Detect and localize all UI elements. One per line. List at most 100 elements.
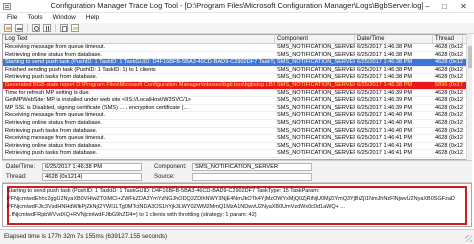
- toolbar-separator: [27, 24, 28, 32]
- grid-body: Receiving message from queue timeout. SMS…: [3, 44, 471, 158]
- table-row[interactable]: GetMPWebSite: MP is installed under web …: [3, 97, 471, 105]
- window-title: Configuration Manager Trace Log Tool - […: [50, 1, 424, 10]
- menu-window[interactable]: Window: [48, 13, 81, 23]
- thread-field: 4628 (0x1214): [42, 173, 142, 181]
- source-label: Source:: [154, 174, 175, 180]
- cell-thread: 4628 (0x1214): [435, 51, 463, 58]
- cell-log-text: Retrieving push tasks from database.: [5, 74, 98, 81]
- cell-datetime: 6/25/2017 1:46:38 PM: [357, 81, 413, 88]
- status-bar: Elapsed time is 177h 32m 7s 155ms (63912…: [0, 229, 474, 244]
- open-icon[interactable]: [4, 24, 12, 32]
- cell-thread: 4628 (0x1214): [435, 119, 463, 126]
- close-button[interactable]: ✕: [453, 0, 474, 13]
- table-row[interactable]: Generated BGB state report D:\Program Fi…: [3, 81, 471, 90]
- component-field: SMS_NOTIFICATION_SERVER: [192, 163, 312, 171]
- cell-log-text: Generated BGB state report D:\Program Fi…: [5, 81, 275, 88]
- cell-datetime: 6/25/2017 1:46:41 PM: [357, 142, 413, 149]
- title-bar: Configuration Manager Trace Log Tool - […: [0, 0, 474, 13]
- table-row[interactable]: Retrieving push tasks from database. SMS_…: [3, 74, 471, 82]
- table-row[interactable]: Retrieving push tasks from database. SMS_…: [3, 128, 471, 136]
- detail-line: PFNjcmlwdEhhc2ggU2NyaXB0VHlwZT0iMCI+ZWFk…: [7, 196, 455, 202]
- scrollbar-thumb[interactable]: [468, 46, 472, 68]
- table-row[interactable]: Finished sending push task (PushID: 1 Ta…: [3, 67, 471, 75]
- minimize-button[interactable]: –: [419, 0, 436, 13]
- cell-log-text: Finished sending push task (PushID: 1 Ta…: [5, 66, 156, 73]
- cell-component: SMS_NOTIFICATION_SERVER: [277, 135, 355, 142]
- table-row[interactable]: Receiving message from queue timeout. SMS…: [3, 112, 471, 120]
- column-header-datetime[interactable]: Date/Time: [355, 35, 433, 43]
- cell-component: SMS_NOTIFICATION_SERVER: [277, 119, 355, 126]
- cell-thread: 4628 (0x1214): [435, 59, 463, 66]
- component-label: Component:: [154, 164, 187, 170]
- table-row[interactable]: Starting to send push task (PushID: 1 Ta…: [3, 59, 471, 67]
- cell-log-text: Retrieving online status from database.: [5, 119, 103, 126]
- cell-log-text: Time for refresh MP setting is due.: [5, 89, 91, 96]
- grid-scrollbar[interactable]: [466, 34, 472, 160]
- cell-log-text: Retrieving push tasks from database.: [5, 150, 98, 157]
- table-row[interactable]: Retrieving online status from database. S…: [3, 143, 471, 151]
- print-icon[interactable]: [15, 24, 23, 32]
- cell-datetime: 6/25/2017 1:46:39 PM: [357, 89, 413, 96]
- cell-component: SMS_NOTIFICATION_SERVER: [277, 142, 355, 149]
- cell-log-text: Receiving message from queue timeout.: [5, 44, 106, 50]
- cell-component: SMS_NOTIFICATION_SERVER: [277, 112, 355, 119]
- cell-thread: 4628 (0x1214): [435, 112, 463, 119]
- column-header-component[interactable]: Component: [275, 35, 355, 43]
- detail-header: Date/Time: 6/25/2017 1:46:38 PM Componen…: [2, 160, 472, 183]
- detail-line: ...fNjcmlwdFRpbWVvdXQ+RVNjcmlwdFJlbG9hZD…: [7, 212, 257, 218]
- cell-datetime: 6/25/2017 1:46:39 PM: [357, 104, 413, 111]
- column-header-log-text[interactable]: Log Text: [3, 35, 275, 43]
- cell-datetime: 6/25/2017 1:46:38 PM: [357, 74, 413, 81]
- elapsed-time-text: Elapsed time is 177h 32m 7s 155ms (63912…: [4, 233, 168, 240]
- menu-file[interactable]: File: [2, 13, 22, 23]
- date-label: Date/Time:: [6, 164, 36, 170]
- cell-component: SMS_NOTIFICATION_SERVER: [277, 44, 355, 50]
- cell-thread: 4628 (0x1214): [435, 97, 463, 104]
- table-row[interactable]: Time for refresh MP setting is due. SMS_N…: [3, 90, 471, 98]
- cell-datetime: 6/25/2017 1:46:40 PM: [357, 112, 413, 119]
- cell-log-text: Retrieving push tasks from database.: [5, 127, 98, 134]
- column-header-thread[interactable]: Thread: [433, 35, 463, 43]
- cell-log-text: Starting to send push task (PushID: 1 Ta…: [5, 59, 275, 66]
- menu-tools[interactable]: Tools: [22, 13, 47, 23]
- cell-thread: 4628 (0x1214): [435, 142, 463, 149]
- cell-thread: 4628 (0x1214): [435, 135, 463, 142]
- cell-component: SMS_NOTIFICATION_SERVER: [277, 51, 355, 58]
- cell-log-text: Retrieving online status from database.: [5, 142, 103, 149]
- cell-datetime: 6/25/2017 1:46:38 PM: [357, 51, 413, 58]
- copy-icon[interactable]: [60, 24, 68, 32]
- table-row[interactable]: Receiving message from queue timeout. SMS…: [3, 44, 471, 52]
- toolbar-separator: [55, 24, 56, 32]
- detail-text-pane[interactable]: Starting to send push task (PushID: 1 Ta…: [2, 183, 472, 227]
- log-grid[interactable]: Log Text Component Date/Time Thread Rece…: [2, 34, 472, 160]
- maximize-button[interactable]: □: [436, 0, 453, 13]
- table-row[interactable]: Retrieving push tasks from database. SMS_…: [3, 150, 471, 158]
- pause-icon[interactable]: [43, 24, 51, 32]
- source-field: [192, 173, 312, 181]
- cell-component: SMS_NOTIFICATION_SERVER: [277, 89, 355, 96]
- detail-line: Starting to send push task (PushID: 1 Ta…: [7, 188, 320, 194]
- cell-thread: 4628 (0x1214): [435, 74, 463, 81]
- cell-datetime: 6/25/2017 1:46:38 PM: [357, 59, 413, 66]
- table-row[interactable]: Receiving message from queue timeout. SMS…: [3, 135, 471, 143]
- toolbar: [0, 23, 474, 34]
- cell-component: SMS_NOTIFICATION_SERVER: [277, 127, 355, 134]
- table-row[interactable]: Retrieving online status from database. S…: [3, 52, 471, 60]
- cell-datetime: 6/25/2017 1:46:40 PM: [357, 127, 413, 134]
- grid-header: Log Text Component Date/Time Thread: [3, 35, 471, 44]
- cell-component: SMS_NOTIFICATION_SERVER: [277, 66, 355, 73]
- cell-log-text: Receiving message from queue timeout.: [5, 112, 106, 119]
- cell-component: SMS_NOTIFICATION_SERVER: [277, 81, 355, 88]
- table-row[interactable]: MP SSL is Disabled, signing certificate …: [3, 105, 471, 113]
- cell-datetime: 6/25/2017 1:46:38 PM: [357, 44, 413, 50]
- menu-help[interactable]: Help: [81, 13, 104, 23]
- highlight-icon[interactable]: [71, 24, 79, 32]
- window-controls: – □ ✕: [419, 0, 474, 13]
- cell-log-text: Retrieving online status from database.: [5, 51, 103, 58]
- resize-grip-icon[interactable]: [465, 235, 472, 242]
- cell-component: SMS_NOTIFICATION_SERVER: [277, 104, 355, 111]
- find-icon[interactable]: [32, 24, 40, 32]
- cell-datetime: 6/25/2017 1:46:38 PM: [357, 66, 413, 73]
- cell-thread: 4628 (0x1214): [435, 66, 463, 73]
- table-row[interactable]: Retrieving online status from database. S…: [3, 120, 471, 128]
